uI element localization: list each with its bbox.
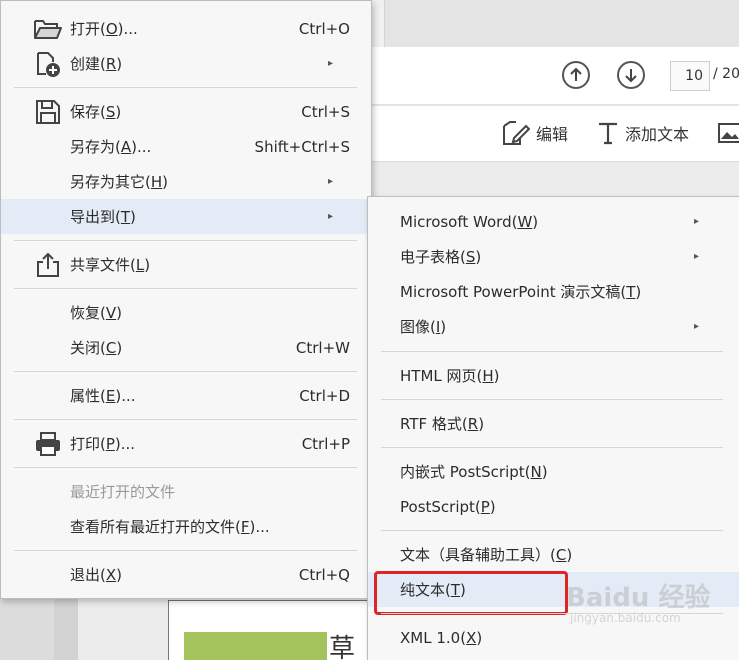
arrow-up-icon: [570, 67, 582, 81]
menu-label: 保存(S): [70, 103, 122, 121]
menu-label: 另存为其它(H): [70, 173, 168, 191]
menu-label: 关闭(C): [70, 339, 123, 357]
edit-document-icon: [503, 121, 530, 145]
page-green-block: [184, 632, 327, 660]
submenu-label: 内嵌式 PostScript(N): [400, 463, 548, 481]
menu-label: 最近打开的文件: [70, 483, 176, 501]
menu-item-save[interactable]: 保存(S) Ctrl+S: [1, 94, 371, 129]
menu-label: 创建(R): [70, 55, 123, 73]
menu-label: 打开(O)...: [70, 20, 138, 38]
page-number-input[interactable]: 10: [670, 61, 710, 91]
menu-item-close[interactable]: 关闭(C) Ctrl+W: [1, 330, 371, 365]
menu-shortcut: Ctrl+D: [299, 386, 350, 405]
previous-page-button[interactable]: [562, 61, 590, 89]
submenu-item-powerpoint[interactable]: Microsoft PowerPoint 演示文稿(T): [368, 274, 739, 309]
file-menu: 打开(O)... Ctrl+O 创建(R) ▸ 保存(S) Ctrl+S 另存为…: [0, 0, 372, 599]
add-text-label: 添加文本: [625, 125, 690, 144]
submenu-separator: [381, 399, 723, 400]
submenu-arrow-icon: ▸: [327, 176, 333, 187]
menu-item-print[interactable]: 打印(P)... Ctrl+P: [1, 426, 371, 461]
edit-tool-button[interactable]: 编辑: [500, 118, 568, 148]
menu-item-recent-files: 最近打开的文件: [1, 474, 371, 509]
menu-shortcut: Ctrl+S: [301, 102, 350, 121]
menu-label: 恢复(V): [70, 304, 122, 322]
menu-label: 另存为(A)...: [70, 138, 152, 156]
submenu-item-image[interactable]: 图像(I) ▸: [368, 309, 739, 344]
menu-label: 查看所有最近打开的文件(F)...: [70, 518, 270, 536]
submenu-item-rtf[interactable]: RTF 格式(R): [368, 406, 739, 441]
menu-item-share-file[interactable]: 共享文件(L): [1, 247, 371, 282]
menu-item-revert[interactable]: 恢复(V): [1, 295, 371, 330]
printer-icon: [33, 430, 63, 458]
baidu-watermark: Baidu 经验 jingyan.baidu.com: [566, 575, 710, 630]
submenu-label: 电子表格(S): [400, 248, 482, 266]
text-t-icon: [599, 122, 617, 145]
share-icon: [33, 251, 63, 279]
menu-shortcut: Ctrl+P: [301, 434, 350, 453]
submenu-label: 图像(I): [400, 318, 447, 336]
menu-separator: [14, 371, 357, 372]
edit-label: 编辑: [536, 125, 569, 144]
submenu-label: Microsoft PowerPoint 演示文稿(T): [400, 283, 642, 301]
menu-separator: [14, 240, 357, 241]
menu-separator: [14, 87, 357, 88]
menu-label: 导出到(T): [70, 208, 136, 226]
submenu-label: PostScript(P): [400, 497, 496, 516]
add-text-button[interactable]: 添加文本: [597, 118, 689, 148]
submenu-item-microsoft-word[interactable]: Microsoft Word(W) ▸: [368, 204, 739, 239]
arrow-down-icon: [625, 69, 637, 83]
submenu-label: 文本（具备辅助工具）(C): [400, 546, 573, 564]
submenu-item-postscript[interactable]: PostScript(P): [368, 489, 739, 524]
submenu-label: RTF 格式(R): [400, 415, 485, 433]
menu-item-save-as-other[interactable]: 另存为其它(H) ▸: [1, 164, 371, 199]
submenu-arrow-icon: ▸: [327, 58, 333, 69]
menu-item-open[interactable]: 打开(O)... Ctrl+O: [1, 11, 371, 46]
submenu-arrow-icon: ▸: [693, 216, 699, 227]
submenu-label: Microsoft Word(W): [400, 212, 539, 231]
submenu-separator: [381, 447, 723, 448]
menu-item-save-as[interactable]: 另存为(A)... Shift+Ctrl+S: [1, 129, 371, 164]
menu-item-exit[interactable]: 退出(X) Ctrl+Q: [1, 557, 371, 592]
save-icon: [33, 98, 63, 126]
menu-label: 共享文件(L): [70, 256, 151, 274]
menu-shortcut: Ctrl+O: [298, 19, 350, 38]
submenu-item-html[interactable]: HTML 网页(H): [368, 358, 739, 393]
submenu-label: HTML 网页(H): [400, 367, 500, 385]
submenu-item-spreadsheet[interactable]: 电子表格(S) ▸: [368, 239, 739, 274]
annotation-highlight-box: [374, 571, 568, 615]
menu-label: 属性(E)...: [70, 387, 136, 405]
menu-separator: [14, 419, 357, 420]
submenu-separator: [381, 351, 723, 352]
create-icon: [33, 50, 63, 78]
menu-separator: [14, 550, 357, 551]
submenu-separator: [381, 530, 723, 531]
submenu-label: XML 1.0(X): [400, 628, 483, 647]
watermark-text: Baidu 经验: [566, 583, 711, 613]
page-total: / 20: [713, 66, 739, 82]
add-image-button[interactable]: [718, 118, 739, 148]
document-tab[interactable]: [384, 0, 739, 47]
submenu-item-embedded-postscript[interactable]: 内嵌式 PostScript(N): [368, 454, 739, 489]
menu-label: 打印(P)...: [70, 435, 136, 453]
menu-shortcut: Ctrl+W: [295, 338, 350, 357]
submenu-arrow-icon: ▸: [327, 211, 333, 222]
menu-item-create[interactable]: 创建(R) ▸: [1, 46, 371, 81]
menu-separator: [14, 467, 357, 468]
image-icon: [718, 123, 739, 143]
menu-label: 退出(X): [70, 566, 122, 584]
menu-shortcut: Ctrl+Q: [298, 565, 350, 584]
submenu-arrow-icon: ▸: [693, 321, 699, 332]
menu-item-view-all-recent[interactable]: 查看所有最近打开的文件(F)...: [1, 509, 371, 544]
submenu-arrow-icon: ▸: [693, 251, 699, 262]
menu-shortcut: Shift+Ctrl+S: [254, 137, 350, 156]
menu-item-export-to[interactable]: 导出到(T) ▸: [1, 199, 371, 234]
next-page-button[interactable]: [617, 61, 645, 89]
folder-open-icon: [33, 15, 63, 43]
watermark-url: jingyan.baidu.com: [570, 611, 681, 625]
page-heading-text: 草: [329, 634, 356, 660]
submenu-item-accessible-text[interactable]: 文本（具备辅助工具）(C): [368, 537, 739, 572]
menu-item-properties[interactable]: 属性(E)... Ctrl+D: [1, 378, 371, 413]
menu-separator: [14, 288, 357, 289]
